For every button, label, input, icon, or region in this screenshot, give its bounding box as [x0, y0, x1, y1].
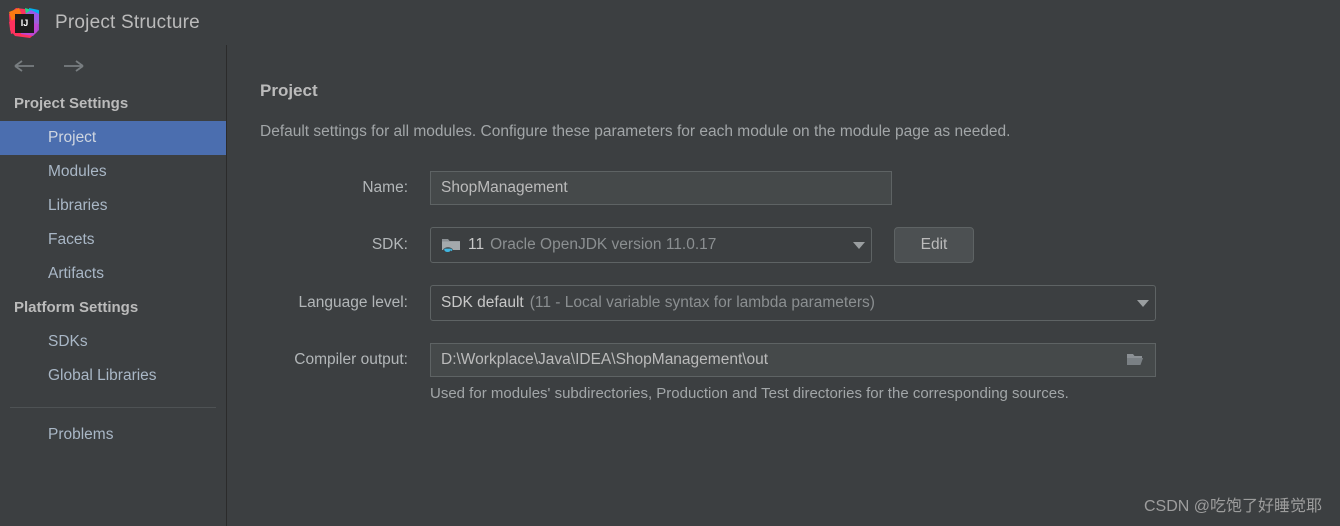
csdn-watermark: CSDN @吃饱了好睡觉耶 [1143, 498, 1322, 515]
sidebar-item-facets[interactable]: Facets [0, 223, 226, 257]
sidebar-divider [10, 407, 216, 408]
intellij-idea-logo: IJ [9, 7, 39, 38]
arrow-right-icon[interactable] [60, 55, 86, 77]
sidebar-group-platform-settings: Platform Settings [14, 299, 139, 316]
language-level-row: Language level: SDK default (11 - Local … [260, 285, 1340, 321]
title-bar: IJ Project Structure [0, 0, 1340, 45]
chevron-down-icon[interactable] [841, 241, 865, 249]
sdk-row: SDK: 11 Oracle OpenJDK version 11.0.17 E… [260, 227, 1340, 263]
project-name-input[interactable]: ShopManagement [430, 171, 892, 205]
compiler-output-label: Compiler output: [294, 351, 408, 368]
svg-text:IJ: IJ [21, 18, 29, 28]
sidebar-item-libraries[interactable]: Libraries [0, 189, 226, 223]
edit-sdk-button[interactable]: Edit [894, 227, 974, 263]
sidebar-item-artifacts[interactable]: Artifacts [0, 257, 226, 291]
name-row: Name: ShopManagement [260, 171, 1340, 205]
compiler-output-helper-text: Used for modules' subdirectories, Produc… [430, 385, 1069, 402]
sidebar: Project Settings Project Modules Librari… [0, 45, 227, 526]
page-description: Default settings for all modules. Config… [260, 123, 1011, 140]
sidebar-item-problems[interactable]: Problems [0, 418, 226, 452]
jdk-folder-icon [441, 235, 461, 255]
sdk-label: SDK: [371, 236, 408, 253]
project-structure-dialog: IJ Project Structure Project Settings Pr… [0, 0, 1340, 526]
compiler-output-field[interactable]: D:\Workplace\Java\IDEA\ShopManagement\ou… [430, 343, 1156, 377]
language-level-detail: (11 - Local variable syntax for lambda p… [529, 294, 875, 311]
name-label: Name: [362, 179, 408, 196]
sdk-combobox[interactable]: 11 Oracle OpenJDK version 11.0.17 [430, 227, 872, 263]
sidebar-item-sdks[interactable]: SDKs [0, 325, 226, 359]
compiler-output-value: D:\Workplace\Java\IDEA\ShopManagement\ou… [441, 351, 769, 368]
compiler-output-row: Compiler output: D:\Workplace\Java\IDEA\… [260, 343, 1340, 377]
sdk-version: 11 [468, 236, 485, 253]
arrow-left-icon[interactable] [12, 55, 38, 77]
language-level-value: SDK default [441, 294, 524, 311]
sidebar-group-project-settings: Project Settings [14, 95, 129, 112]
window-title: Project Structure [55, 11, 200, 33]
page-title: Project [260, 81, 318, 100]
main-panel: Project Default settings for all modules… [228, 45, 1340, 526]
chevron-down-icon[interactable] [1125, 299, 1149, 307]
language-level-label: Language level: [298, 294, 408, 311]
sidebar-item-project[interactable]: Project [0, 121, 226, 155]
sidebar-item-modules[interactable]: Modules [0, 155, 226, 189]
folder-open-icon[interactable] [1119, 345, 1151, 375]
sdk-detail: Oracle OpenJDK version 11.0.17 [490, 236, 717, 253]
navigation-arrows [0, 45, 226, 87]
language-level-combobox[interactable]: SDK default (11 - Local variable syntax … [430, 285, 1156, 321]
sidebar-item-global-libraries[interactable]: Global Libraries [0, 359, 226, 393]
